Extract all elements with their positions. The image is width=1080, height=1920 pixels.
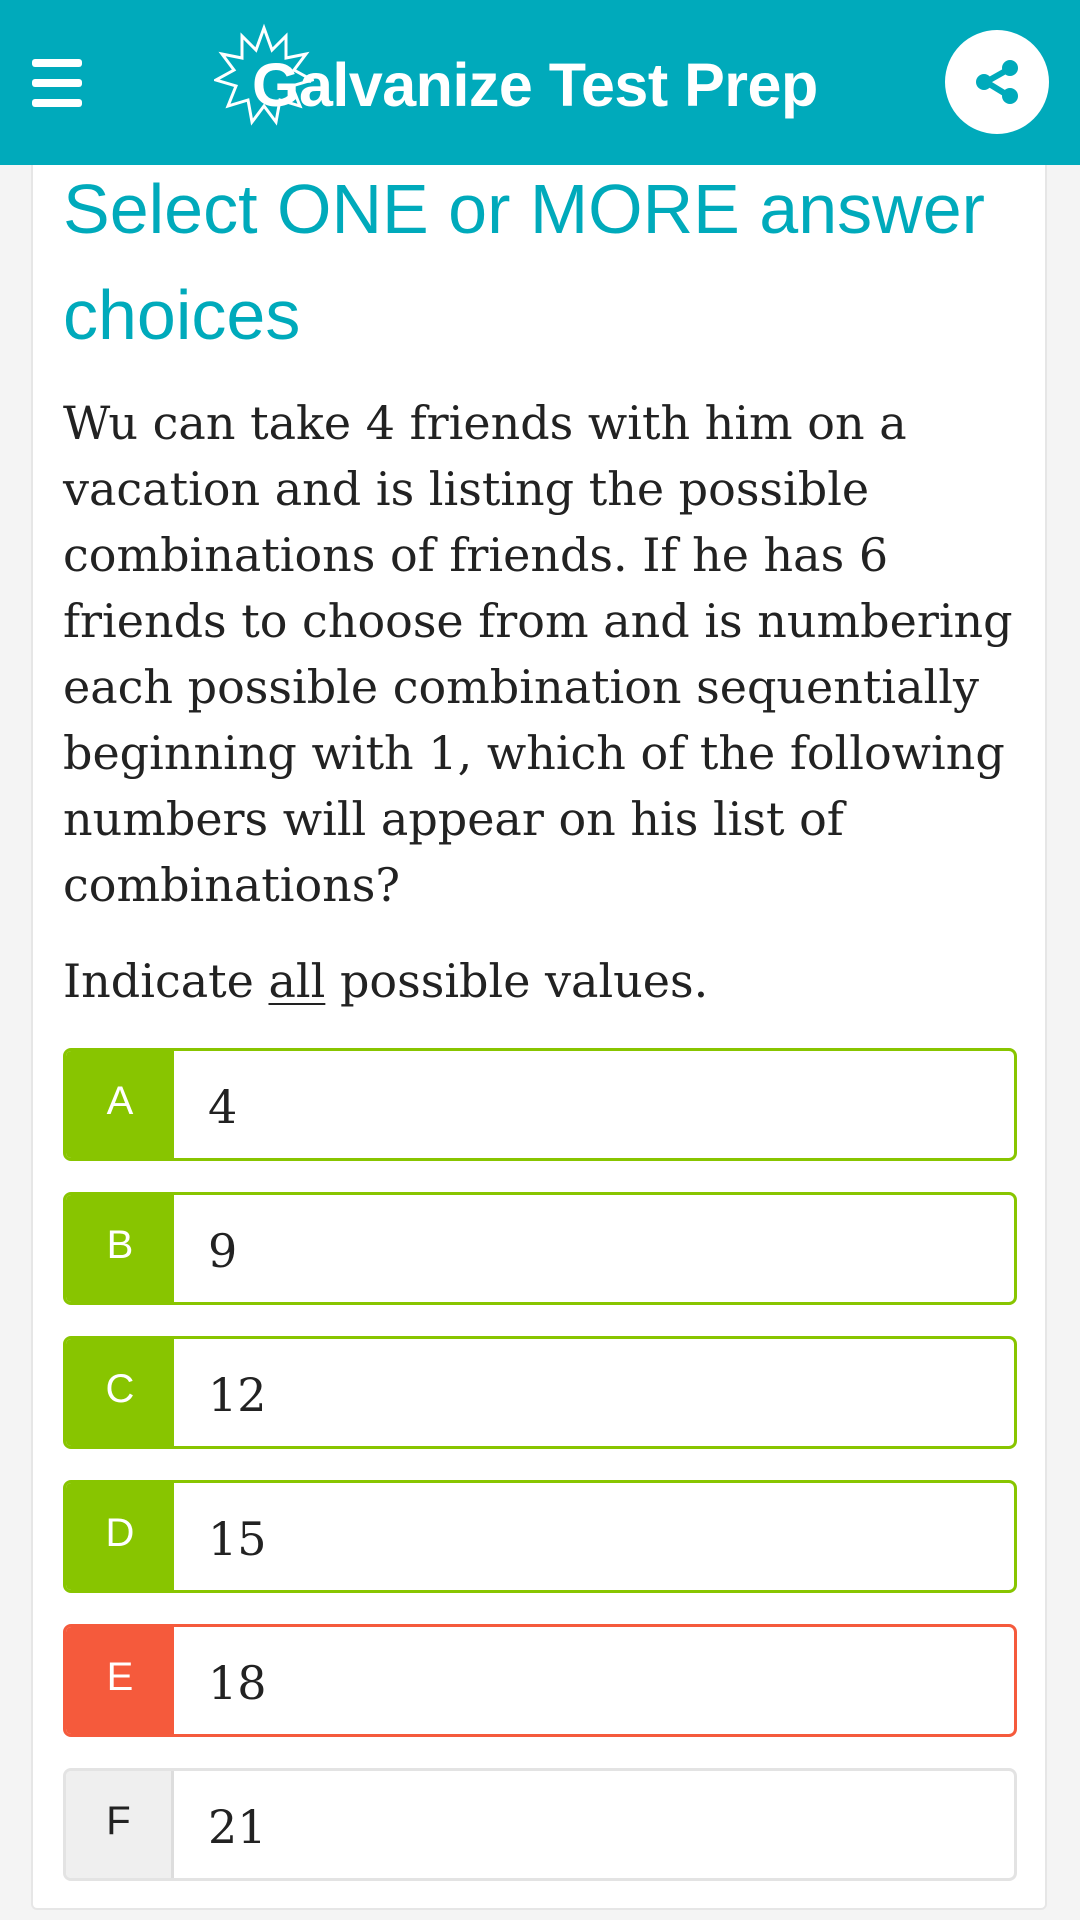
choice-letter: C [66,1339,174,1446]
question-text: Wu can take 4 friends with him on a vaca… [63,396,1013,912]
indicate-suffix: possible values. [325,954,709,1008]
instruction-heading: Select ONE or MORE answer choices [63,170,985,354]
answer-choice-c[interactable]: C 12 [63,1336,1017,1449]
choice-value: 15 [208,1512,267,1566]
hamburger-menu-icon [32,59,82,67]
share-button[interactable] [945,30,1049,134]
choice-value: 21 [208,1800,267,1854]
hamburger-menu-icon-bar [32,99,82,107]
app-title: Galvanize Test Prep [252,50,818,120]
hamburger-menu-icon-bar [32,79,82,87]
answer-choice-b[interactable]: B 9 [63,1192,1017,1305]
choice-value: 4 [208,1080,238,1134]
app-header: Galvanize Test Prep [0,0,1080,165]
choice-letter: F [66,1771,174,1878]
logo-letter: G [252,51,299,119]
menu-button[interactable] [28,55,90,111]
answer-choice-a[interactable]: A 4 [63,1048,1017,1161]
choice-value: 9 [208,1224,238,1278]
app-logo: Galvanize Test Prep [214,20,854,130]
choice-letter: E [66,1627,174,1734]
indicate-prefix: Indicate [63,954,269,1008]
share-icon [976,60,1018,104]
choice-letter: D [66,1483,174,1590]
logo-text-rest: alvanize Test Prep [298,51,818,119]
answer-choice-d[interactable]: D 15 [63,1480,1017,1593]
indicate-text: Indicate all possible values. [63,948,1023,1014]
answer-choice-f[interactable]: F 21 [63,1768,1017,1881]
choice-value: 12 [208,1368,267,1422]
indicate-emphasis: all [268,954,326,1008]
answer-choice-e[interactable]: E 18 [63,1624,1017,1737]
choice-letter: A [66,1051,174,1158]
choice-letter: B [66,1195,174,1302]
choice-value: 18 [208,1656,267,1710]
